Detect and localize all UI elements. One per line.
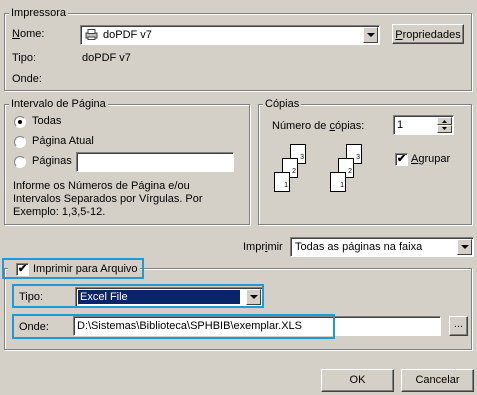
copies-count-input[interactable]: 1 <box>393 115 454 135</box>
ok-button[interactable]: OK <box>321 369 394 392</box>
range-pages-input[interactable] <box>76 152 234 172</box>
copies-count-label: Número de cópias: <box>272 120 365 132</box>
collate-page-number: 2 <box>292 168 296 175</box>
printer-select[interactable]: doPDF v7 <box>80 25 380 45</box>
file-type-highlight <box>12 284 264 308</box>
cancel-button[interactable]: Cancelar <box>401 369 474 392</box>
printer-icon <box>85 29 98 40</box>
range-all-radio[interactable] <box>14 116 26 128</box>
collate-checkbox[interactable]: ✔ <box>395 153 408 166</box>
collate-page-number: 2 <box>348 168 352 175</box>
print-what-select[interactable]: Todas as páginas na faixa <box>290 237 474 257</box>
print-what-value: Todas as páginas na faixa <box>295 241 423 253</box>
collate-label[interactable]: Agrupar <box>411 153 450 166</box>
collate-page-number: 1 <box>340 182 344 189</box>
spin-down-button[interactable] <box>437 125 452 133</box>
printer-where-label: Onde: <box>12 73 42 85</box>
range-current-radio[interactable] <box>14 136 26 148</box>
browse-button[interactable]: ... <box>449 316 468 336</box>
page-range-legend: Intervalo de Página <box>9 98 108 110</box>
range-all-label[interactable]: Todas <box>32 115 61 128</box>
copies-legend: Cópias <box>263 98 302 110</box>
properties-button[interactable]: Propriedades <box>392 24 464 44</box>
print-what-label: Imprimir <box>243 241 283 253</box>
range-pages-label[interactable]: Páginas <box>32 155 72 168</box>
collate-illustration: 3 2 1 3 2 1 <box>272 144 372 200</box>
copies-count-value: 1 <box>397 119 404 131</box>
printer-name-label: Nome: <box>12 28 45 40</box>
printer-legend: Impressora <box>9 7 69 19</box>
printer-name-value: doPDF v7 <box>103 29 152 41</box>
range-help-line2: Intervalos Separados por Vírgulas. Por <box>13 193 203 205</box>
file-where-highlight <box>12 314 335 339</box>
range-pages-radio[interactable] <box>14 156 26 168</box>
collate-page-number: 3 <box>356 154 360 161</box>
range-help-line3: Exemplo: 1,3,5-12. <box>13 206 106 218</box>
collate-page-number: 3 <box>300 154 304 161</box>
chevron-down-icon[interactable] <box>457 239 472 255</box>
chevron-down-icon[interactable] <box>363 27 378 43</box>
printer-type-value: doPDF v7 <box>82 52 131 64</box>
print-to-file-highlight <box>2 258 144 279</box>
range-current-label[interactable]: Página Atual <box>32 135 94 148</box>
range-help-line1: Informe os Números de Página e/ou <box>13 180 190 192</box>
printer-type-label: Tipo: <box>12 52 37 64</box>
spin-up-button[interactable] <box>437 117 452 125</box>
collate-page-number: 1 <box>284 182 288 189</box>
